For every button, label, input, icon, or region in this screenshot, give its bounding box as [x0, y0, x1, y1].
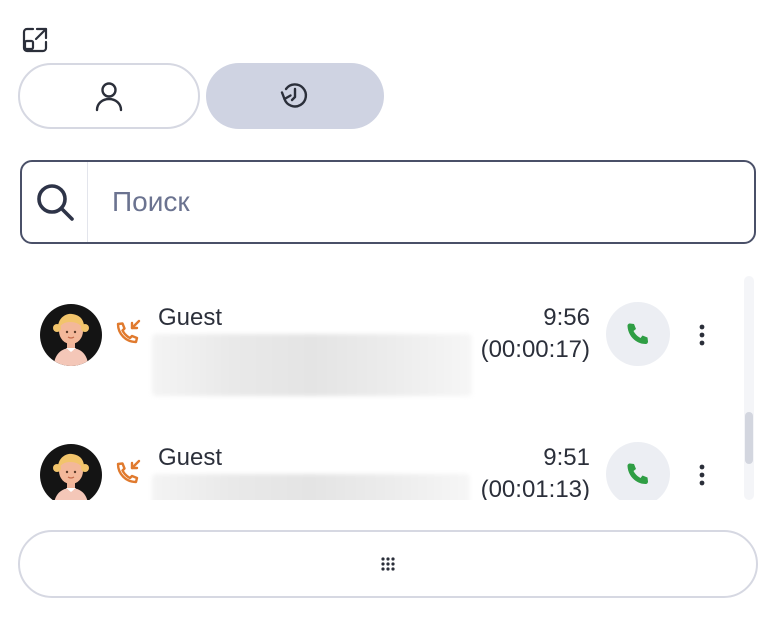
- more-vertical-icon: [699, 324, 705, 346]
- search-icon: [36, 184, 74, 221]
- incoming-call-icon: [112, 318, 142, 348]
- tab-history[interactable]: [206, 63, 384, 129]
- list-item[interactable]: Guest 9:51 (00:01:13): [20, 416, 740, 500]
- tab-contacts[interactable]: [18, 63, 200, 129]
- person-icon: [95, 82, 123, 112]
- dialpad-icon: [381, 557, 395, 571]
- more-options-button[interactable]: [690, 460, 714, 490]
- call-history-list[interactable]: Guest 9:56 (00:00:17) Guest 9:51 (00:01:…: [20, 276, 740, 500]
- call-duration: (00:00:17): [480, 336, 590, 363]
- call-time: 9:56: [543, 304, 590, 331]
- call-duration: (00:01:13): [480, 476, 590, 500]
- phone-icon: [627, 463, 648, 484]
- history-icon: [280, 83, 308, 108]
- more-vertical-icon: [699, 464, 705, 486]
- scrollbar-thumb[interactable]: [745, 412, 753, 464]
- popout-icon: [22, 27, 48, 53]
- caller-name: Guest: [158, 304, 223, 331]
- call-button[interactable]: [606, 442, 670, 500]
- avatar: [40, 304, 102, 366]
- redacted-number: [152, 474, 470, 500]
- redacted-number: [152, 334, 472, 396]
- avatar: [40, 444, 102, 500]
- search-box[interactable]: [20, 160, 756, 244]
- dialpad-button[interactable]: [18, 530, 758, 598]
- search-button[interactable]: [22, 162, 88, 242]
- scrollbar[interactable]: [744, 276, 754, 500]
- phone-icon: [627, 323, 648, 344]
- call-time: 9:51: [543, 444, 590, 471]
- list-item[interactable]: Guest 9:56 (00:00:17): [20, 276, 740, 416]
- more-options-button[interactable]: [690, 320, 714, 350]
- incoming-call-icon: [112, 458, 142, 488]
- popout-button[interactable]: [20, 26, 50, 54]
- call-button[interactable]: [606, 302, 670, 366]
- search-input[interactable]: [88, 162, 754, 242]
- caller-name: Guest: [158, 444, 223, 471]
